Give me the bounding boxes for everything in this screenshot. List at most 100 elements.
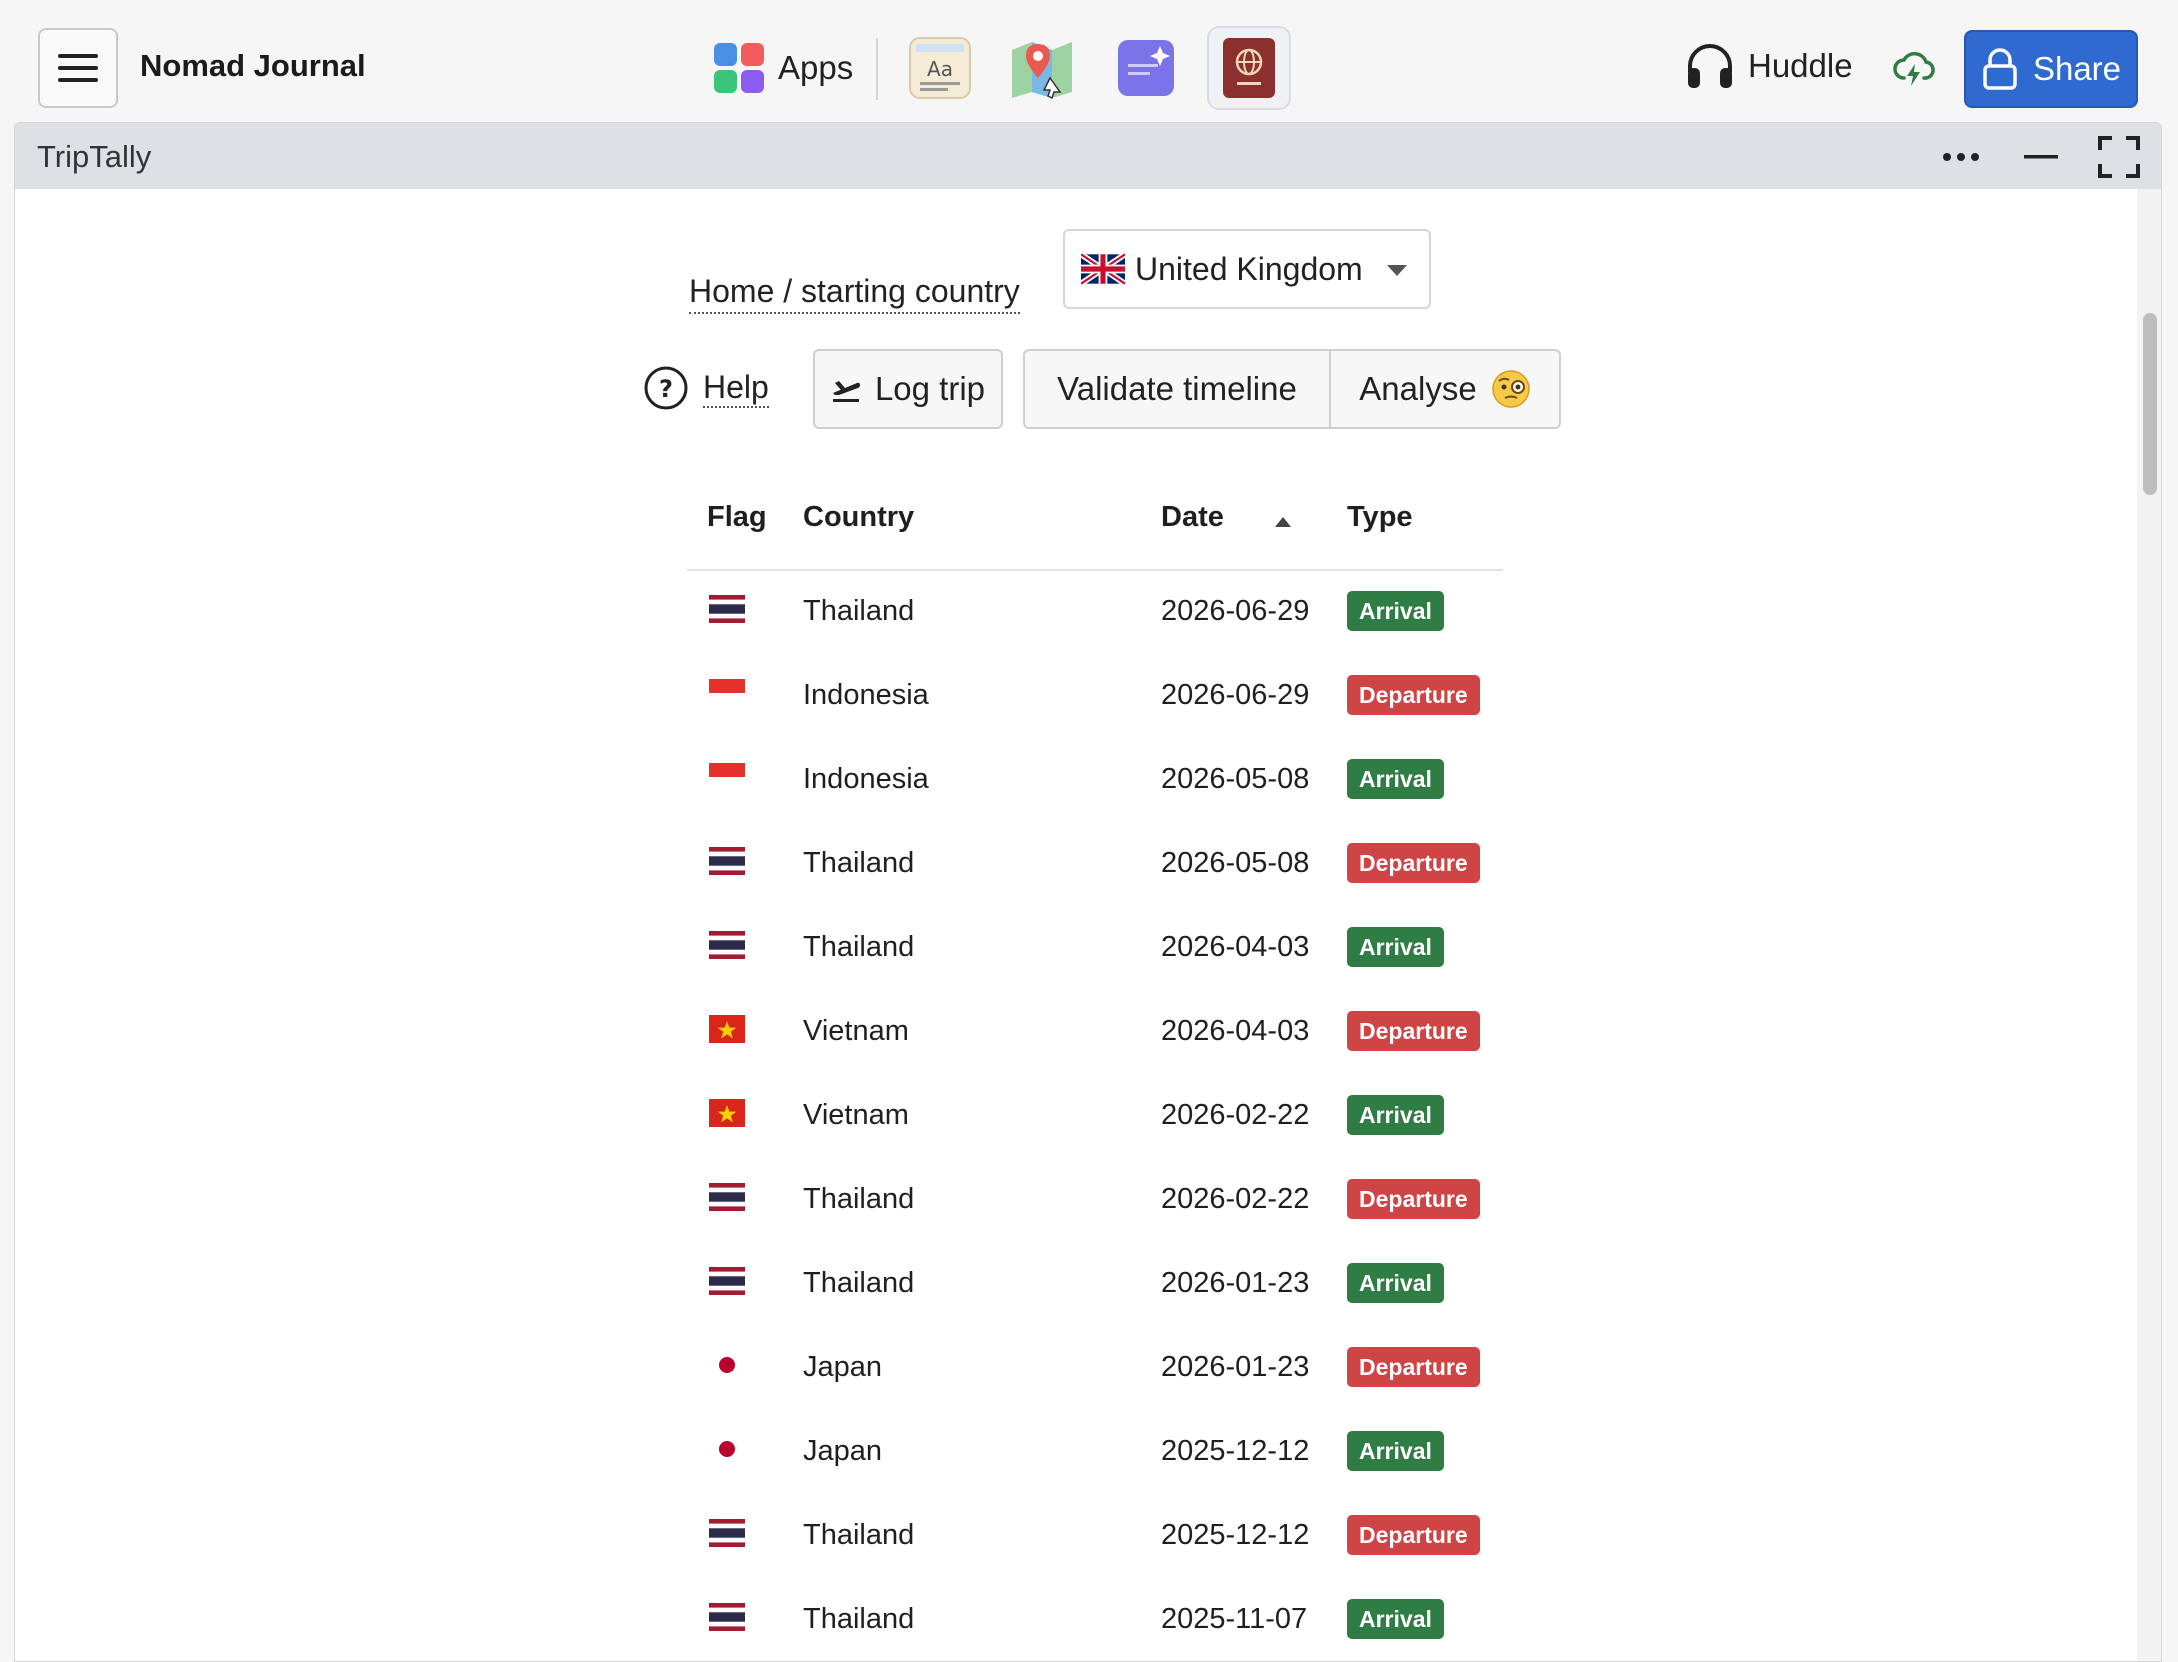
plane-takeoff-icon bbox=[832, 381, 860, 402]
date-cell: 2026-06-29 bbox=[1161, 595, 1310, 627]
type-badge: Departure bbox=[1347, 1347, 1480, 1387]
table-row[interactable]: Indonesia 2026-06-29 Departure bbox=[687, 655, 1503, 739]
table-row[interactable]: Vietnam 2026-02-22 Arrival bbox=[687, 1075, 1503, 1159]
date-cell: 2025-11-07 bbox=[1161, 1603, 1308, 1635]
lock-icon bbox=[1983, 48, 2017, 90]
thailand-flag-icon bbox=[709, 595, 745, 623]
apps-button[interactable]: Apps bbox=[714, 40, 853, 96]
table-row[interactable]: Thailand 2026-05-08 Departure bbox=[687, 823, 1503, 907]
window-content: Home / starting country United Kingdom ?… bbox=[15, 189, 2139, 1661]
country-cell: Thailand bbox=[803, 1183, 915, 1215]
japan-flag-icon bbox=[709, 1351, 745, 1379]
country-cell: Thailand bbox=[803, 595, 915, 627]
table-row[interactable]: Thailand 2026-06-29 Arrival bbox=[687, 571, 1503, 655]
date-cell: 2026-02-22 bbox=[1161, 1183, 1310, 1215]
table-row[interactable]: Japan 2026-01-23 Departure bbox=[687, 1327, 1503, 1411]
fullscreen-icon[interactable] bbox=[2097, 135, 2141, 179]
country-cell: Thailand bbox=[803, 847, 915, 879]
analyse-button[interactable]: Analyse bbox=[1331, 349, 1561, 429]
scrollbar-thumb[interactable] bbox=[2143, 313, 2157, 495]
selected-country: United Kingdom bbox=[1135, 250, 1363, 287]
svg-text:?: ? bbox=[659, 375, 673, 403]
table-row[interactable]: Thailand 2026-01-23 Arrival bbox=[687, 1243, 1503, 1327]
country-cell: Japan bbox=[803, 1435, 883, 1467]
table-row[interactable]: Vietnam 2026-04-03 Departure bbox=[687, 991, 1503, 1075]
header-type[interactable]: Type bbox=[1347, 501, 1413, 534]
share-label: Share bbox=[2032, 50, 2122, 87]
indonesia-flag-icon bbox=[709, 679, 745, 707]
dictionary-app-icon[interactable]: Aa bbox=[906, 34, 974, 102]
help-icon: ? bbox=[644, 366, 688, 410]
country-cell: Vietnam bbox=[803, 1015, 909, 1047]
huddle-button[interactable]: Huddle bbox=[1684, 42, 1853, 90]
headphones-icon bbox=[1688, 44, 1732, 88]
country-cell: Vietnam bbox=[803, 1099, 909, 1131]
home-country-label: Home / starting country bbox=[689, 273, 1020, 314]
date-cell: 2026-06-29 bbox=[1161, 679, 1310, 711]
date-cell: 2026-05-08 bbox=[1161, 847, 1310, 879]
table-row[interactable]: Japan 2025-12-12 Arrival bbox=[687, 1411, 1503, 1495]
country-cell: Indonesia bbox=[803, 679, 929, 711]
log-trip-button[interactable]: Log trip bbox=[813, 349, 1003, 429]
table-row[interactable]: Thailand 2026-02-22 Departure bbox=[687, 1159, 1503, 1243]
table-header: Flag Country Date Type bbox=[687, 485, 1503, 571]
thailand-flag-icon bbox=[709, 931, 745, 959]
log-trip-label: Log trip bbox=[874, 370, 986, 407]
date-cell: 2026-02-22 bbox=[1161, 1099, 1310, 1131]
triptally-window: TripTally Home / starting country United… bbox=[14, 122, 2162, 1662]
table-body: Thailand 2026-06-29 Arrival Indonesia 2026-0… bbox=[687, 571, 1503, 1661]
type-badge: Departure bbox=[1347, 675, 1480, 715]
apps-grid-icon bbox=[714, 43, 764, 93]
header-country[interactable]: Country bbox=[803, 501, 914, 534]
table-row[interactable]: Indonesia 2026-05-08 Arrival bbox=[687, 739, 1503, 823]
thailand-flag-icon bbox=[709, 1519, 745, 1547]
country-cell: Japan bbox=[803, 1351, 883, 1383]
indonesia-flag-icon bbox=[709, 763, 745, 791]
type-badge: Departure bbox=[1347, 843, 1480, 883]
more-options-icon[interactable] bbox=[1939, 135, 1983, 179]
scrollbar-track[interactable] bbox=[2137, 189, 2161, 1661]
header-date[interactable]: Date bbox=[1161, 501, 1224, 534]
date-cell: 2026-01-23 bbox=[1161, 1351, 1310, 1383]
maps-app-icon[interactable] bbox=[1008, 34, 1076, 102]
country-cell: Thailand bbox=[803, 1519, 915, 1551]
minimize-icon[interactable] bbox=[2019, 135, 2063, 179]
date-cell: 2026-04-03 bbox=[1161, 931, 1310, 963]
passport-app-icon[interactable] bbox=[1207, 26, 1291, 110]
home-country-select[interactable]: United Kingdom bbox=[1063, 229, 1431, 309]
menu-button[interactable] bbox=[38, 28, 118, 108]
cloud-sync-icon[interactable] bbox=[1892, 48, 1936, 93]
app-title: Nomad Journal bbox=[140, 48, 366, 83]
country-cell: Thailand bbox=[803, 931, 915, 963]
uk-flag-icon bbox=[1081, 253, 1125, 285]
svg-text:Aa: Aa bbox=[927, 57, 953, 81]
type-badge: Arrival bbox=[1347, 1095, 1444, 1135]
hamburger-icon bbox=[58, 54, 98, 58]
date-cell: 2026-04-03 bbox=[1161, 1015, 1310, 1047]
monocle-face-icon bbox=[1491, 370, 1530, 408]
analyse-label: Analyse bbox=[1359, 370, 1477, 407]
type-badge: Departure bbox=[1347, 1011, 1480, 1051]
vietnam-flag-icon bbox=[709, 1099, 745, 1127]
country-cell: Thailand bbox=[803, 1603, 915, 1635]
trips-table: Flag Country Date Type Thailand 2026-06-2… bbox=[687, 485, 1503, 1661]
thailand-flag-icon bbox=[709, 1183, 745, 1211]
huddle-label: Huddle bbox=[1748, 47, 1853, 84]
help-link[interactable]: ? Help bbox=[643, 365, 769, 411]
type-badge: Arrival bbox=[1347, 927, 1444, 967]
apps-label: Apps bbox=[778, 49, 854, 86]
toolbar-divider bbox=[876, 38, 878, 100]
date-cell: 2025-12-12 bbox=[1161, 1519, 1310, 1551]
date-cell: 2026-01-23 bbox=[1161, 1267, 1310, 1299]
notes-app-icon[interactable] bbox=[1112, 34, 1180, 102]
table-row[interactable]: Thailand 2025-12-12 Departure bbox=[687, 1495, 1503, 1579]
sort-ascending-icon[interactable] bbox=[1275, 517, 1291, 527]
date-cell: 2025-12-12 bbox=[1161, 1435, 1310, 1467]
validate-timeline-button[interactable]: Validate timeline bbox=[1023, 349, 1331, 429]
share-button[interactable]: Share bbox=[1964, 30, 2138, 108]
table-row[interactable]: Thailand 2026-04-03 Arrival bbox=[687, 907, 1503, 991]
window-title: TripTally bbox=[37, 139, 152, 174]
japan-flag-icon bbox=[709, 1435, 745, 1463]
chevron-down-icon bbox=[1387, 265, 1407, 276]
table-row[interactable]: Thailand 2025-11-07 Arrival bbox=[687, 1579, 1503, 1661]
